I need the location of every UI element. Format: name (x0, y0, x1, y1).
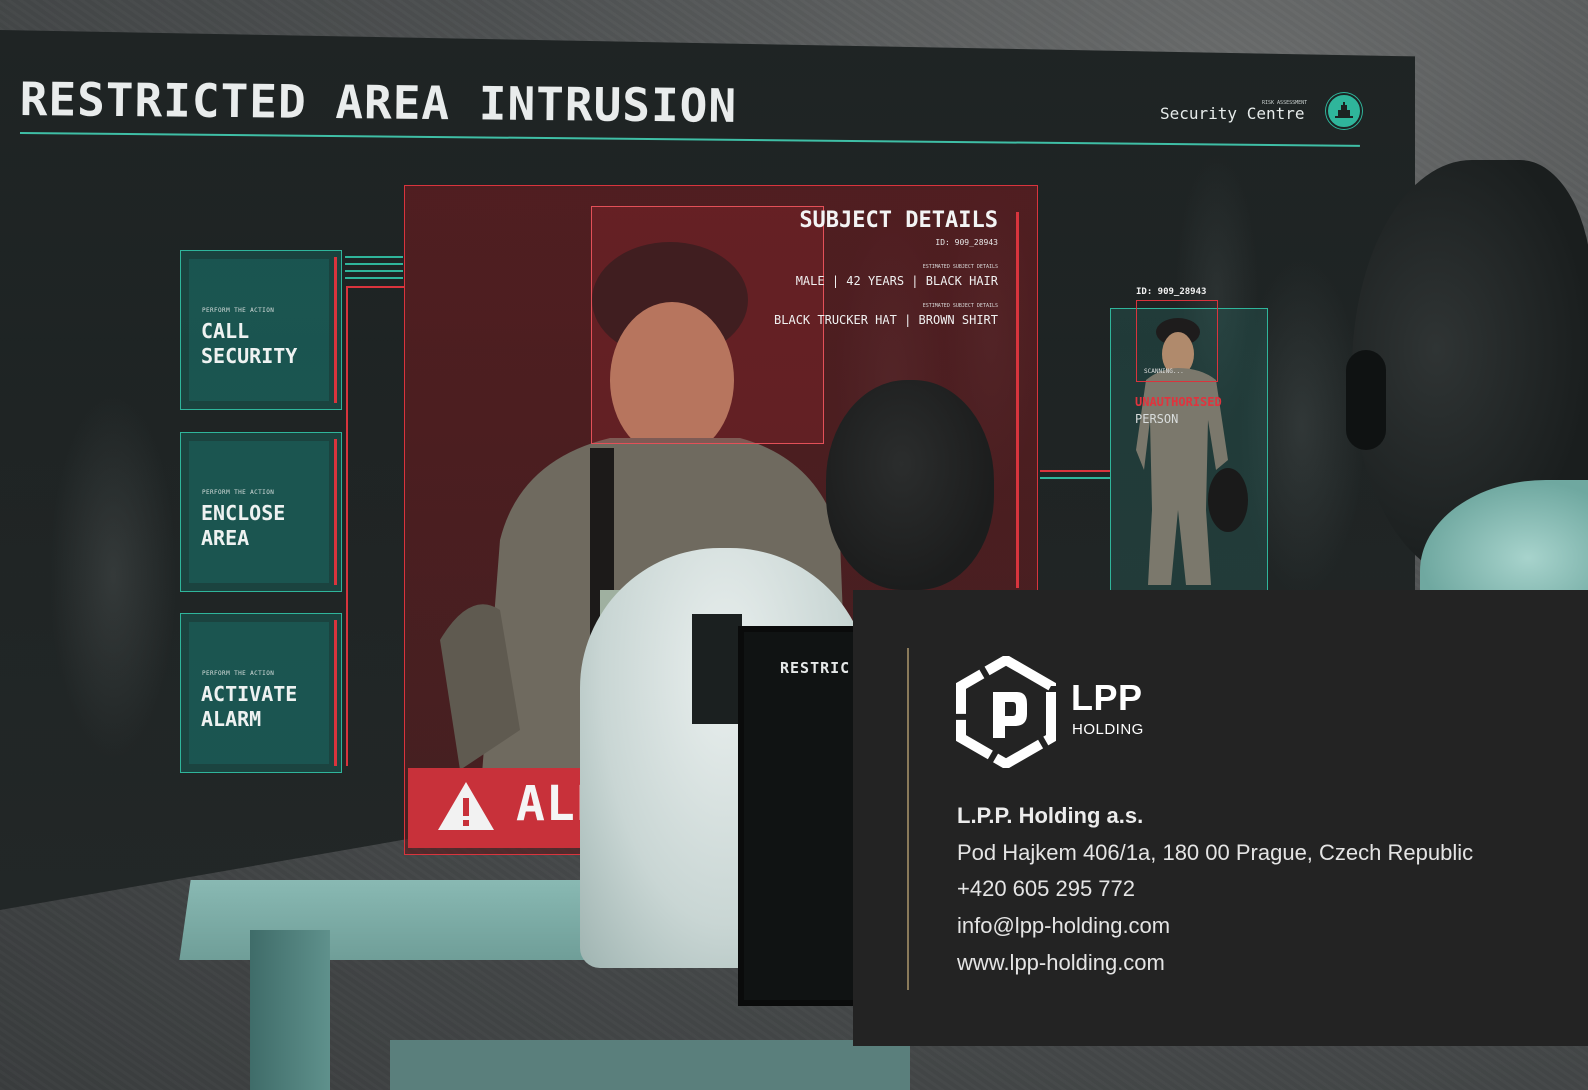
connector-line (345, 270, 403, 272)
company-name: L.P.P. Holding a.s. (957, 803, 1144, 828)
security-centre-label: Security Centre (1160, 104, 1305, 123)
screen-title: RESTRICTED AREA INTRUSION (19, 72, 738, 133)
estimate-caption: ESTIMATED SUBJECT DETAILS (922, 303, 998, 309)
subject-accent-bar (1016, 212, 1019, 588)
tracked-subject-id: ID: 909_28943 (1136, 287, 1207, 297)
company-phone[interactable]: +420 605 295 772 (957, 876, 1135, 902)
action-label: ACTIVATE ALARM (201, 682, 298, 731)
action-caption: PERFORM THE ACTION (202, 670, 275, 677)
building-icon (1326, 93, 1362, 129)
company-website[interactable]: www.lpp-holding.com (957, 950, 1165, 976)
subject-details-heading: SUBJECT DETAILS (799, 208, 998, 233)
company-email[interactable]: info@lpp-holding.com (957, 913, 1170, 939)
warning-triangle-icon (438, 782, 494, 830)
call-security-button[interactable]: PERFORM THE ACTION CALL SECURITY (180, 250, 342, 410)
lpp-hexagon-logo (956, 656, 1056, 768)
action-label: ENCLOSE AREA (201, 501, 286, 550)
connector-line (345, 256, 403, 258)
operator-head (826, 380, 994, 590)
classification-sub-label: PERSON (1135, 412, 1179, 426)
connector-line (346, 286, 404, 288)
connector-line (345, 277, 403, 279)
company-address: Pod Hajkem 406/1a, 180 00 Prague, Czech … (957, 840, 1474, 865)
subject-details-line: MALE | 42 YEARS | BLACK HAIR (795, 274, 998, 288)
monitor-screen-text: RESTRIC (780, 659, 851, 677)
scanning-status: SCANNING... (1144, 368, 1184, 375)
action-caption: PERFORM THE ACTION (202, 489, 275, 496)
desk-leg (250, 930, 330, 1090)
estimate-caption: ESTIMATED SUBJECT DETAILS (922, 264, 998, 270)
classification-label: UNAUTHORISED (1135, 395, 1222, 409)
action-label: CALL SECURITY (201, 319, 298, 368)
connector-line (1040, 470, 1110, 472)
headset-icon (1346, 350, 1386, 450)
logo-subtitle: HOLDING (1072, 721, 1144, 738)
enclose-area-button[interactable]: PERFORM THE ACTION ENCLOSE AREA (180, 432, 342, 592)
connector-line (1040, 477, 1110, 479)
connector-line (345, 263, 403, 265)
logo-wordmark: LPP (1071, 677, 1143, 718)
connector-line (346, 286, 348, 766)
foreground-desk (390, 1040, 910, 1090)
subject-details-line: BLACK TRUCKER HAT | BROWN SHIRT (774, 313, 998, 327)
activate-alarm-button[interactable]: PERFORM THE ACTION ACTIVATE ALARM (180, 613, 342, 773)
monitor-side (692, 614, 742, 724)
card-divider (907, 648, 909, 990)
subject-id: ID: 909_28943 (935, 238, 998, 247)
action-caption: PERFORM THE ACTION (202, 307, 275, 314)
